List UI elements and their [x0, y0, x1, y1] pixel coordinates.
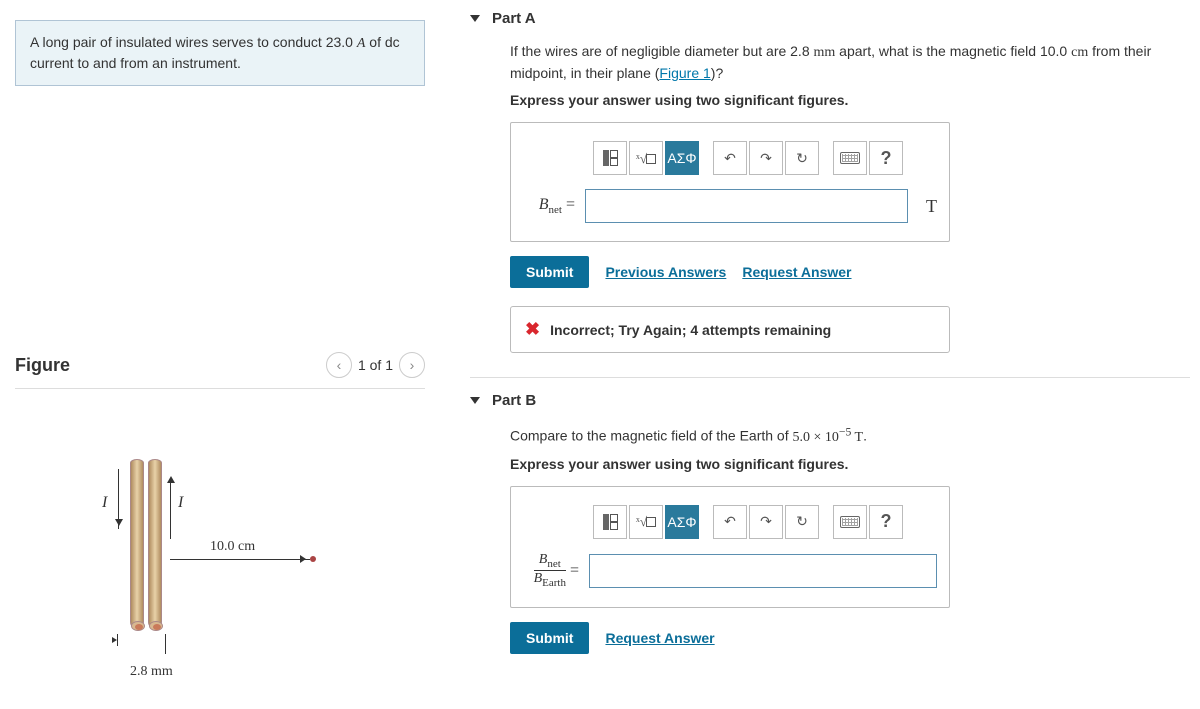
part-a-feedback-text: Incorrect; Try Again; 4 attempts remaini…	[550, 322, 831, 338]
problem-text-1: A long pair of insulated wires serves to…	[30, 34, 357, 50]
reset-button[interactable]: ↻	[785, 505, 819, 539]
part-a-title: Part A	[492, 10, 536, 27]
templates-button[interactable]	[593, 505, 627, 539]
undo-button[interactable]: ↶	[713, 505, 747, 539]
keyboard-icon	[840, 516, 860, 528]
greek-button[interactable]: ΑΣΦ	[665, 141, 699, 175]
figure-link[interactable]: Figure 1	[659, 65, 710, 81]
part-a-feedback: ✖ Incorrect; Try Again; 4 attempts remai…	[510, 306, 950, 353]
problem-statement: A long pair of insulated wires serves to…	[15, 20, 425, 86]
part-b-submit-button[interactable]: Submit	[510, 622, 589, 654]
keyboard-button[interactable]	[833, 505, 867, 539]
current-arrow-up-icon	[170, 479, 171, 539]
current-arrow-down-icon	[118, 469, 119, 529]
figure-prev-button[interactable]: ‹	[326, 352, 352, 378]
incorrect-icon: ✖	[525, 319, 540, 340]
part-b-title: Part B	[492, 392, 536, 409]
help-button[interactable]: ?	[869, 141, 903, 175]
current-label-right: I	[178, 494, 183, 512]
part-a-header[interactable]: Part A	[450, 0, 1190, 35]
distance-arrow-icon	[300, 555, 310, 563]
figure-nav-label: 1 of 1	[358, 357, 393, 373]
undo-button[interactable]: ↶	[713, 141, 747, 175]
part-b-header[interactable]: Part B	[450, 382, 1190, 417]
caret-down-icon	[470, 15, 480, 22]
redo-button[interactable]: ↷	[749, 505, 783, 539]
part-a-question: If the wires are of negligible diameter …	[510, 41, 1190, 84]
part-b-request-answer-link[interactable]: Request Answer	[605, 630, 714, 646]
keyboard-icon	[840, 152, 860, 164]
part-a-request-answer-link[interactable]: Request Answer	[742, 264, 851, 280]
part-a-previous-answers-link[interactable]: Previous Answers	[605, 264, 726, 280]
part-a-variable: Bnet =	[523, 196, 575, 216]
figure-title: Figure	[15, 355, 70, 376]
part-b-answer-box: x√ ΑΣΦ ↶ ↷ ↻ ? Bnet BEarth =	[510, 486, 950, 609]
part-a-answer-box: x√ ΑΣΦ ↶ ↷ ↻ ? Bnet = T	[510, 122, 950, 242]
separation-label: 2.8 mm	[130, 664, 173, 680]
separation-tick-left	[117, 634, 118, 646]
part-b-question: Compare to the magnetic field of the Ear…	[510, 423, 1190, 448]
part-a-instruction: Express your answer using two significan…	[510, 92, 1190, 108]
divider	[470, 377, 1190, 378]
caret-down-icon	[470, 397, 480, 404]
part-b-answer-input[interactable]	[589, 554, 937, 588]
figure-header: Figure ‹ 1 of 1 ›	[15, 346, 425, 384]
part-a-unit: T	[926, 196, 937, 217]
sqrt-button[interactable]: x√	[629, 141, 663, 175]
reset-button[interactable]: ↻	[785, 141, 819, 175]
distance-line	[170, 559, 310, 560]
separation-tick-right	[165, 634, 166, 654]
part-a-submit-button[interactable]: Submit	[510, 256, 589, 288]
sqrt-button[interactable]: x√	[629, 505, 663, 539]
greek-button[interactable]: ΑΣΦ	[665, 505, 699, 539]
part-a-answer-input[interactable]	[585, 189, 908, 223]
divider	[15, 388, 425, 389]
figure-next-button[interactable]: ›	[399, 352, 425, 378]
help-button[interactable]: ?	[869, 505, 903, 539]
current-label-left: I	[102, 494, 107, 512]
part-b-toolbar: x√ ΑΣΦ ↶ ↷ ↻ ?	[593, 505, 937, 539]
redo-button[interactable]: ↷	[749, 141, 783, 175]
part-a-toolbar: x√ ΑΣΦ ↶ ↷ ↻ ?	[593, 141, 937, 175]
distance-label: 10.0 cm	[210, 539, 255, 555]
field-point-icon	[310, 556, 316, 562]
figure-image: I I 10.0 cm 2.8 mm	[50, 409, 390, 689]
templates-button[interactable]	[593, 141, 627, 175]
keyboard-button[interactable]	[833, 141, 867, 175]
part-b-instruction: Express your answer using two significan…	[510, 456, 1190, 472]
part-b-variable: Bnet BEarth =	[523, 553, 579, 590]
